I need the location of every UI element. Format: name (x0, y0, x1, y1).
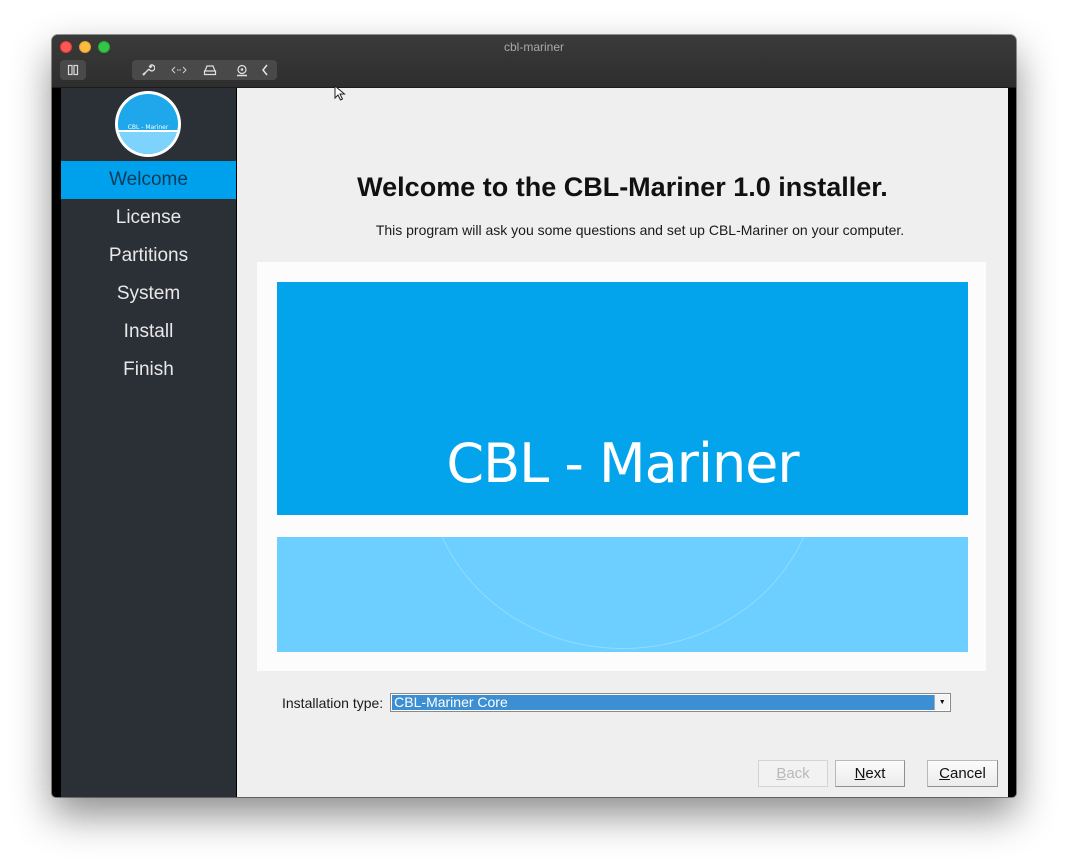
sidebar-item-install: Install (123, 321, 174, 342)
welcome-banner: CBL - Mariner (257, 262, 986, 671)
chevron-left-icon (262, 64, 268, 76)
installation-type-select[interactable]: CBL-Mariner Core ▼ (390, 693, 952, 712)
sidebar-toggle-button[interactable] (60, 60, 86, 80)
network-button[interactable] (164, 60, 194, 80)
back-label-rest: ack (786, 765, 810, 782)
cancel-mnemonic: C (939, 765, 950, 782)
collapse-toolbar-button[interactable] (258, 60, 272, 80)
banner-title: CBL - Mariner (446, 432, 799, 495)
page-subtitle: This program will ask you some questions… (375, 222, 905, 238)
cbl-mariner-logo: CBL - Mariner (115, 91, 181, 157)
step-list: Welcome License Partitions System Instal… (61, 161, 236, 389)
drive-icon (203, 65, 217, 76)
installation-type-label: Installation type: (282, 694, 384, 711)
title-bar: cbl-mariner (52, 35, 1016, 88)
installation-type-value: CBL-Mariner Core (392, 695, 935, 710)
cancel-button[interactable]: Cancel (927, 760, 998, 787)
sidebar-item-system: System (116, 283, 181, 304)
sidebar-item-license: License (115, 207, 182, 228)
installation-type-row: Installation type: CBL-Mariner Core ▼ (282, 693, 952, 712)
window-right-border (1008, 88, 1016, 797)
webcam-icon (237, 64, 247, 76)
banner-arc-decoration (427, 537, 819, 649)
wrench-icon (142, 64, 155, 76)
code-arrows-icon (171, 66, 187, 74)
cancel-label-rest: ancel (949, 765, 986, 782)
vm-toolbar-group (132, 60, 277, 80)
installer-sidebar: CBL - Mariner Welcome License Partitions… (61, 88, 236, 797)
sidebar-item-finish: Finish (123, 359, 174, 380)
installer-window: cbl-mariner CBL - Mariner Welcome Licens… (52, 35, 1016, 797)
next-button[interactable]: Next (835, 760, 905, 787)
back-button[interactable]: Back (758, 760, 828, 787)
chevron-down-icon: ▼ (938, 699, 946, 706)
sidebar-toggle-icon (67, 64, 79, 76)
next-mnemonic: N (854, 765, 866, 782)
settings-button[interactable] (132, 60, 164, 80)
main-content: Welcome to the CBL-Mariner 1.0 installer… (237, 88, 1008, 797)
sidebar-item-partitions: Partitions (108, 245, 189, 266)
camera-button[interactable] (226, 60, 258, 80)
banner-bottom-panel (277, 537, 968, 652)
disk-button[interactable] (194, 60, 226, 80)
back-mnemonic: B (776, 765, 787, 782)
banner-top-panel: CBL - Mariner (277, 282, 968, 515)
next-label-rest: ext (865, 765, 886, 782)
page-title: Welcome to the CBL-Mariner 1.0 installer… (357, 172, 888, 202)
sidebar-item-welcome: Welcome (61, 161, 236, 199)
window-title: cbl-mariner (503, 40, 564, 54)
dropdown-arrow-button[interactable]: ▼ (934, 695, 950, 710)
logo-text: CBL - Mariner (127, 124, 169, 131)
mouse-cursor-icon (334, 85, 346, 101)
